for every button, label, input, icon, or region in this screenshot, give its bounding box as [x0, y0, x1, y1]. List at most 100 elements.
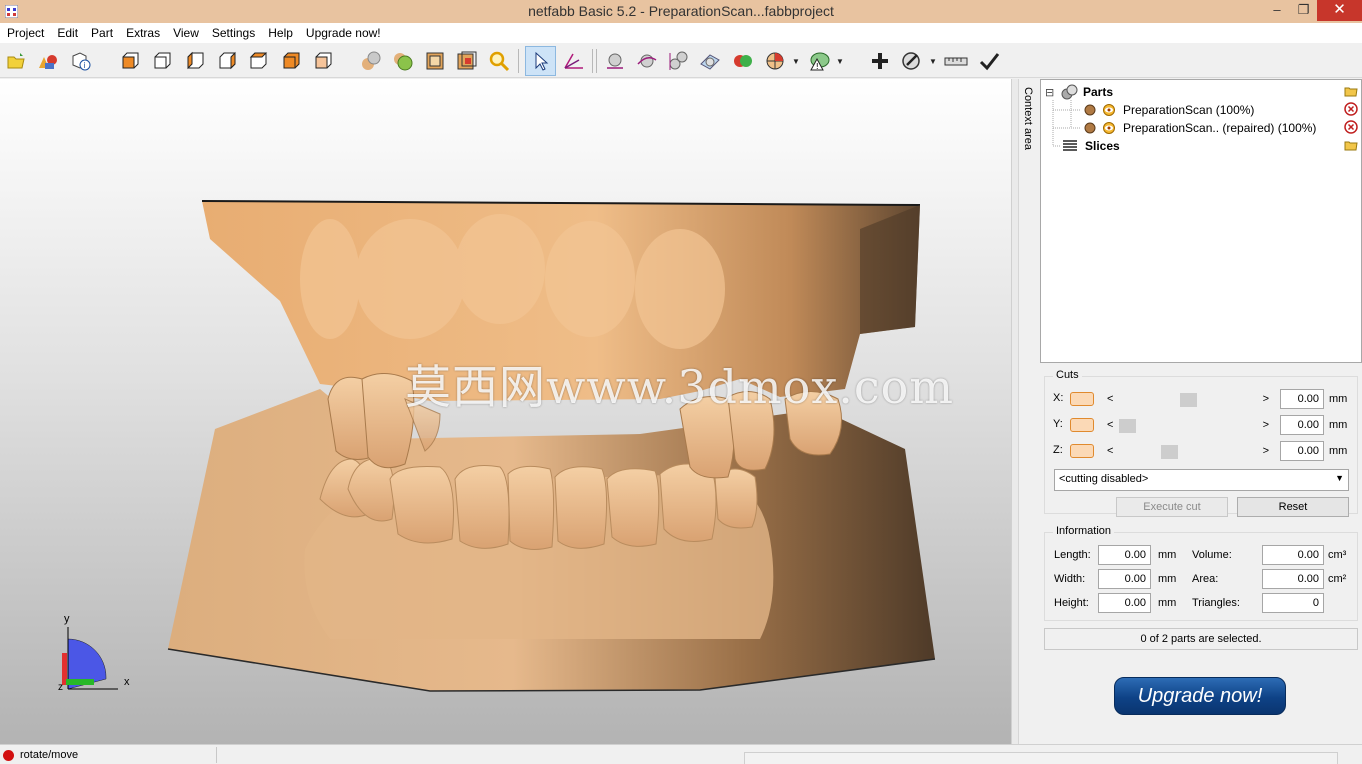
width-value[interactable] — [1098, 569, 1151, 589]
wireframe-icon[interactable] — [390, 48, 416, 74]
sphere-icon[interactable] — [602, 48, 628, 74]
pie-menu-icon[interactable] — [762, 48, 788, 74]
rotate-view-icon[interactable] — [697, 48, 723, 74]
context-area-tab[interactable]: Context area — [1018, 79, 1039, 744]
slider-thumb[interactable] — [1119, 419, 1136, 433]
view-back-icon[interactable] — [149, 48, 175, 74]
open-folder-icon[interactable] — [1344, 138, 1358, 152]
panel-splitter[interactable] — [1011, 79, 1018, 744]
apply-checkmark-icon[interactable] — [976, 48, 1002, 74]
color-icon[interactable] — [730, 48, 756, 74]
menu-upgrade[interactable]: Upgrade now! — [299, 23, 387, 43]
menu-settings[interactable]: Settings — [205, 23, 261, 43]
view-bottom-icon[interactable] — [278, 48, 304, 74]
add-part-icon[interactable] — [35, 48, 61, 74]
toolbar-separator — [518, 49, 519, 73]
cut-mode-select[interactable]: <cutting disabled> ▼ — [1054, 469, 1349, 491]
part-name: PreparationScan.. (repaired) (100%) — [1123, 121, 1317, 135]
visibility-eye-icon[interactable] — [1102, 103, 1116, 117]
slider-bar[interactable] — [1119, 444, 1257, 459]
move-parts-icon[interactable] — [665, 48, 691, 74]
cut-color-swatch[interactable] — [1070, 418, 1094, 432]
slider-bar[interactable] — [1119, 392, 1257, 407]
mode-indicator-icon — [3, 750, 14, 761]
reset-button[interactable]: Reset — [1237, 497, 1349, 517]
minimize-button[interactable]: – — [1264, 0, 1290, 21]
zoom-icon[interactable] — [486, 48, 512, 74]
repair-add-icon[interactable] — [867, 48, 893, 74]
close-button[interactable]: ✕ — [1317, 0, 1362, 21]
view-front-icon[interactable] — [117, 48, 143, 74]
chevron-down-icon[interactable]: ▼ — [792, 57, 800, 66]
width-label: Width: — [1054, 573, 1086, 585]
view-top-icon[interactable] — [245, 48, 271, 74]
height-value[interactable] — [1098, 593, 1151, 613]
slider-thumb[interactable] — [1180, 393, 1197, 407]
height-unit: mm — [1158, 597, 1177, 609]
volume-unit: cm³ — [1328, 549, 1347, 561]
toolbar-separator — [596, 49, 597, 73]
select-icon[interactable] — [525, 46, 556, 76]
toolbar: i ▼ ! ▼ ▼ — [0, 43, 1362, 78]
cut-row-z: Z: < > mm — [1053, 441, 1353, 461]
menu-help[interactable]: Help — [261, 23, 299, 43]
menu-part[interactable]: Part — [84, 23, 119, 43]
chevron-down-icon[interactable]: ▼ — [929, 57, 937, 66]
ruler-icon[interactable] — [943, 48, 969, 74]
select-all-icon[interactable] — [454, 48, 480, 74]
cut-value-y[interactable] — [1280, 415, 1324, 435]
menu-project[interactable]: Project — [0, 23, 50, 43]
clipping-icon[interactable] — [422, 48, 448, 74]
shading-icon[interactable] — [358, 48, 384, 74]
chevron-down-icon[interactable]: ▼ — [836, 57, 844, 66]
axis-x-label: x — [124, 676, 130, 688]
cut-color-swatch[interactable] — [1070, 392, 1094, 406]
cut-color-swatch[interactable] — [1070, 444, 1094, 458]
maximize-button[interactable]: ❐ — [1290, 0, 1317, 21]
area-value[interactable] — [1262, 569, 1324, 589]
cut-value-x[interactable] — [1280, 389, 1324, 409]
slider-right-arrow[interactable]: > — [1263, 391, 1269, 407]
triangles-value[interactable] — [1262, 593, 1324, 613]
tree-part-item[interactable]: PreparationScan.. (repaired) (100%) — [1083, 119, 1316, 137]
tree-part-item[interactable]: PreparationScan (100%) — [1083, 101, 1254, 119]
slider-right-arrow[interactable]: > — [1263, 417, 1269, 433]
measure-axis-icon[interactable] — [560, 48, 586, 74]
slider-thumb[interactable] — [1161, 445, 1178, 459]
cut-slider-x[interactable]: < > — [1105, 391, 1271, 407]
cut-slider-z[interactable]: < > — [1105, 443, 1271, 459]
length-value[interactable] — [1098, 545, 1151, 565]
execute-cut-button[interactable]: Execute cut — [1116, 497, 1228, 517]
part-info-icon[interactable]: i — [68, 48, 94, 74]
view-perspective-icon[interactable] — [310, 48, 336, 74]
svg-text:i: i — [83, 61, 85, 70]
repair-icon[interactable] — [899, 48, 925, 74]
slider-left-arrow[interactable]: < — [1107, 391, 1113, 407]
menu-extras[interactable]: Extras — [119, 23, 166, 43]
triangles-label: Triangles: — [1192, 597, 1240, 609]
title-bar: netfabb Basic 5.2 - PreparationScan...fa… — [0, 0, 1362, 23]
cut-slider-y[interactable]: < > — [1105, 417, 1271, 433]
slider-left-arrow[interactable]: < — [1107, 443, 1113, 459]
open-project-icon[interactable] — [3, 48, 29, 74]
view-right-icon[interactable] — [214, 48, 240, 74]
cut-value-z[interactable] — [1280, 441, 1324, 461]
translate-icon[interactable] — [634, 48, 660, 74]
menu-edit[interactable]: Edit — [50, 23, 84, 43]
slider-bar[interactable] — [1119, 418, 1257, 433]
open-folder-icon[interactable] — [1344, 84, 1358, 98]
volume-value[interactable] — [1262, 545, 1324, 565]
cut-row-x: X: < > mm — [1053, 389, 1353, 409]
remove-part-icon[interactable] — [1344, 102, 1358, 116]
warning-icon[interactable]: ! — [806, 48, 832, 74]
cut-row-y: Y: < > mm — [1053, 415, 1353, 435]
upgrade-now-button[interactable]: Upgrade now! — [1114, 677, 1286, 715]
3d-viewport[interactable]: y x z 莫西网www.3dmox.com — [0, 79, 1011, 744]
view-left-icon[interactable] — [182, 48, 208, 74]
menu-view[interactable]: View — [166, 23, 205, 43]
slider-left-arrow[interactable]: < — [1107, 417, 1113, 433]
slider-right-arrow[interactable]: > — [1263, 443, 1269, 459]
context-panel: Cuts X: < > mm Y: < > mm Z: < > — [1040, 363, 1362, 744]
remove-part-icon[interactable] — [1344, 120, 1358, 134]
visibility-eye-icon[interactable] — [1102, 121, 1116, 135]
